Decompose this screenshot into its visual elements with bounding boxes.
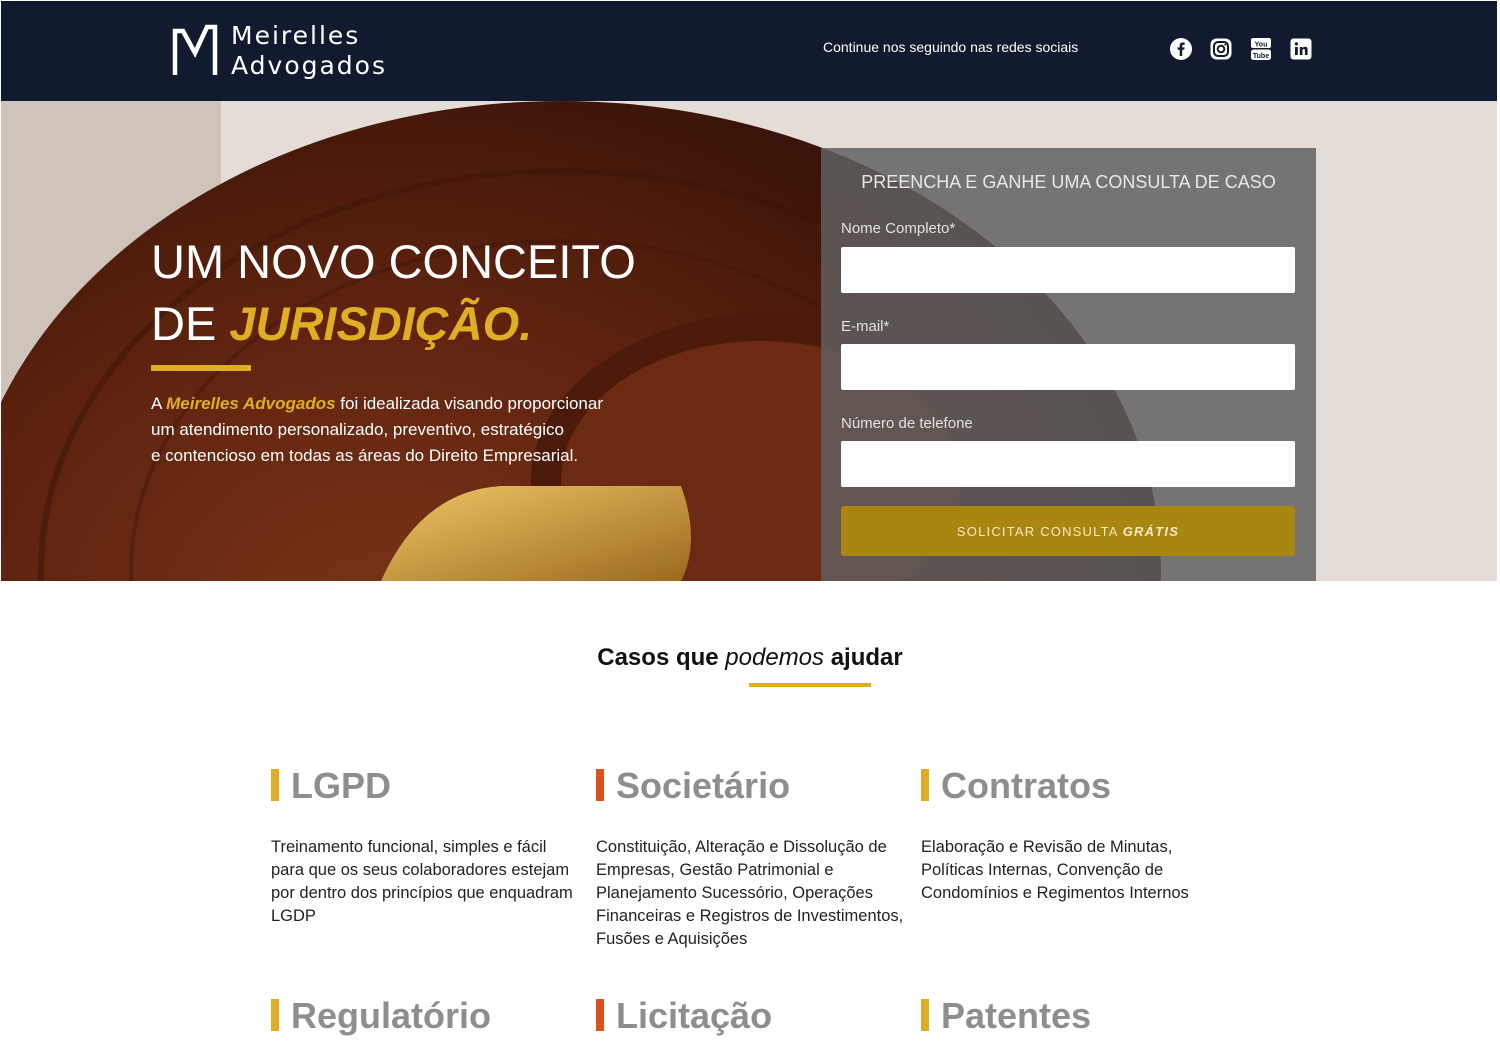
service-title: Societário — [616, 765, 791, 806]
button-label-prefix: SOLICITAR CONSULTA — [956, 523, 1123, 539]
request-consultation-button[interactable]: SOLICITAR CONSULTA GRÁTIS — [841, 506, 1295, 556]
form-title: PREENCHA E GANHE UMA CONSULTA DE CASO — [861, 172, 1276, 192]
logo-line-2: Advogados — [231, 51, 388, 80]
hero-text-line-1-rest: foi idealizada visando proporcionar — [335, 394, 603, 413]
phone-label: Número de telefone — [841, 415, 973, 432]
hero-title: UM NOVO CONCEITO DE JURISDIÇÃO. — [151, 231, 636, 355]
service-accent-bar — [271, 999, 279, 1031]
svg-text:Tube: Tube — [1253, 53, 1269, 60]
hero-title-prefix: DE — [151, 297, 230, 350]
top-navigation-bar: Meirelles Advogados Continue nos seguind… — [1, 1, 1497, 101]
svg-text:You: You — [1255, 41, 1268, 48]
hero-description-line-2: um atendimento personalizado, preventivo… — [151, 420, 564, 439]
hero-divider — [151, 365, 251, 371]
service-title: Patentes — [941, 995, 1092, 1036]
service-accent-bar — [596, 769, 604, 801]
service-description: Constituição, Alteração e Dissolução de … — [596, 838, 904, 948]
logo-text: Meirelles Advogados — [231, 21, 387, 81]
consultation-form: PREENCHA E GANHE UMA CONSULTA DE CASO No… — [821, 148, 1316, 581]
service-accent-bar — [921, 999, 929, 1031]
button-label-bold: GRÁTIS — [1122, 523, 1180, 539]
logo-line-1: Meirelles — [231, 21, 361, 50]
services-title-part-2: podemos — [725, 644, 825, 671]
hero-description-line-3: e contencioso em todas as áreas do Direi… — [151, 446, 579, 465]
hero-text-brand: Meirelles Advogados — [166, 394, 336, 413]
service-title: Licitação — [616, 995, 773, 1036]
services-title-divider — [749, 683, 871, 687]
service-title: Regulatório — [291, 995, 492, 1036]
hero-section: UM NOVO CONCEITO DE JURISDIÇÃO. A Meirel… — [1, 101, 1497, 581]
service-title: LGPD — [291, 765, 392, 806]
name-label: Nome Completo* — [841, 220, 956, 237]
logo-monogram-icon — [172, 24, 218, 75]
hero-text-prefix: A — [151, 394, 167, 413]
logo[interactable]: Meirelles Advogados — [171, 21, 387, 81]
hero-description: A Meirelles Advogados foi idealizada vis… — [151, 391, 711, 469]
hero-title-line-1: UM NOVO CONCEITO — [151, 235, 636, 288]
phone-input[interactable] — [841, 441, 1295, 487]
service-title: Contratos — [941, 765, 1111, 806]
service-description: Elaboração e Revisão de Minutas, Polític… — [921, 838, 1189, 902]
services-title-part-1: Casos que — [597, 644, 726, 671]
name-input[interactable] — [841, 247, 1295, 293]
instagram-icon[interactable] — [1209, 37, 1233, 61]
services-section-title: Casos que podemos ajudar — [0, 644, 1500, 672]
service-accent-bar — [596, 999, 604, 1031]
hero-title-highlight: JURISDIÇÃO. — [229, 297, 533, 350]
email-label: E-mail* — [841, 318, 890, 335]
hero-description-line-1: A Meirelles Advogados foi idealizada vis… — [151, 391, 711, 417]
youtube-icon[interactable]: You Tube — [1249, 37, 1273, 61]
social-follow-text: Continue nos seguindo nas redes sociais — [823, 39, 1079, 55]
service-accent-bar — [271, 769, 279, 801]
linkedin-icon[interactable] — [1289, 37, 1313, 61]
service-accent-bar — [921, 769, 929, 801]
email-input[interactable] — [841, 344, 1295, 390]
social-links: You Tube — [1169, 37, 1313, 61]
service-description: Treinamento funcional, simples e fácil p… — [271, 838, 573, 925]
hero-title-line-2: DE JURISDIÇÃO. — [151, 293, 636, 355]
facebook-icon[interactable] — [1169, 37, 1193, 61]
services-title-part-3: ajudar — [824, 644, 903, 671]
